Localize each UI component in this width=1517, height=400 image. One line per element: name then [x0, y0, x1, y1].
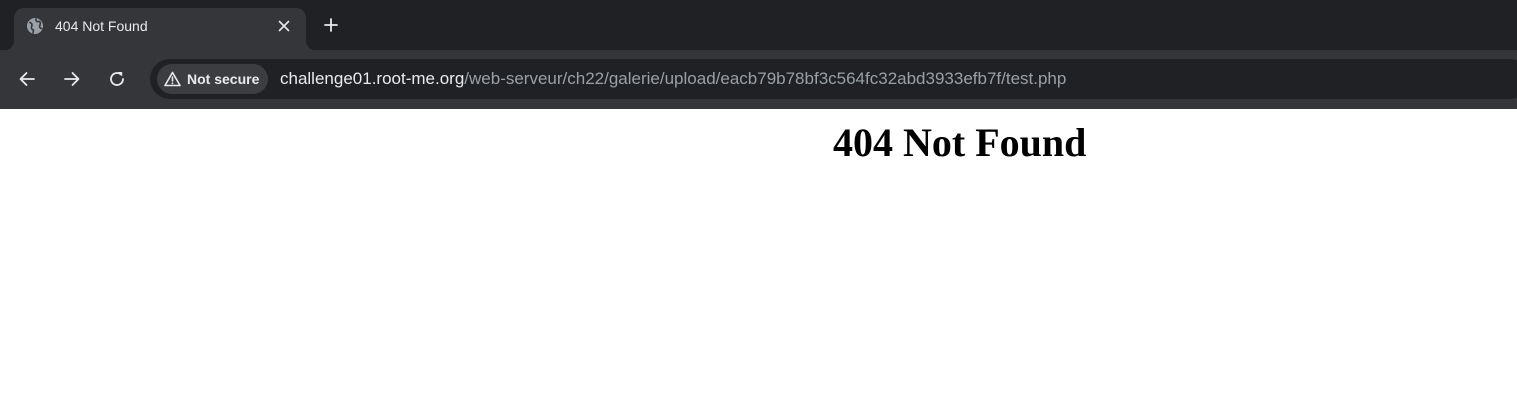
url-path: /web-serveur/ch22/galerie/upload/eacb79b… [464, 69, 1067, 88]
reload-icon [108, 70, 126, 88]
new-tab-button[interactable] [320, 14, 342, 36]
globe-icon [26, 17, 44, 35]
close-icon[interactable] [275, 17, 293, 35]
arrow-left-icon [18, 70, 36, 88]
browser-window: 404 Not Found Not secure challenge01.roo… [0, 0, 1517, 400]
arrow-right-icon [63, 70, 81, 88]
page-content: 404 Not Found [0, 109, 1517, 400]
address-bar[interactable]: Not secure challenge01.root-me.org/web-s… [150, 59, 1517, 99]
plus-icon [324, 18, 338, 32]
url-host: challenge01.root-me.org [280, 69, 465, 88]
tab-title: 404 Not Found [55, 18, 148, 34]
reload-button[interactable] [105, 67, 129, 91]
security-indicator[interactable]: Not secure [157, 64, 269, 94]
url-text[interactable]: challenge01.root-me.org/web-serveur/ch22… [280, 69, 1066, 89]
forward-button[interactable] [60, 67, 84, 91]
tab-active[interactable]: 404 Not Found [4, 8, 316, 50]
back-button[interactable] [15, 67, 39, 91]
page-title: 404 Not Found [833, 120, 1087, 165]
tab-strip: 404 Not Found [0, 0, 1517, 50]
browser-toolbar: Not secure challenge01.root-me.org/web-s… [0, 50, 1517, 109]
warning-triangle-icon [164, 71, 181, 87]
security-label: Not secure [187, 71, 260, 87]
